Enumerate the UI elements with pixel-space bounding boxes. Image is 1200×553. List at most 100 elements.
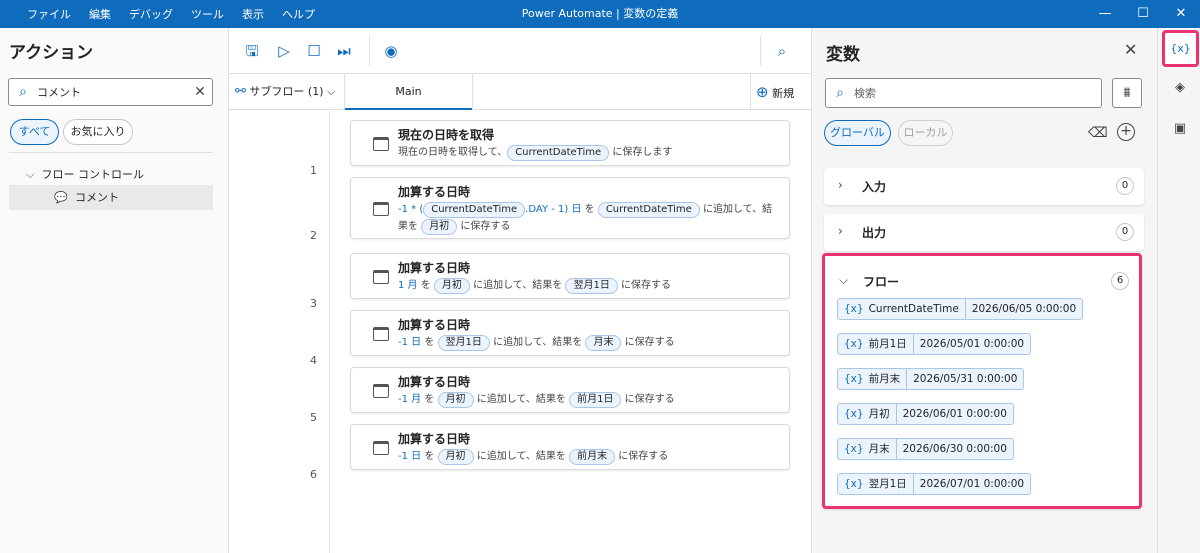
menu-debug[interactable]: デバッグ [120, 6, 182, 22]
chevron-right-icon: › [838, 178, 843, 192]
description-text: に保存する [621, 394, 675, 405]
add-variable-icon[interactable]: + [1117, 123, 1135, 141]
description-text: を [417, 280, 434, 291]
line-number: 2 [310, 229, 317, 242]
action-title: 加算する日時 [398, 432, 471, 446]
variable-chip: 月初 [437, 392, 474, 408]
maximize-button[interactable]: ☐ [1124, 0, 1162, 28]
comment-icon: 💬 [54, 191, 68, 204]
action-title: 加算する日時 [398, 375, 471, 389]
count-badge: 0 [1116, 223, 1134, 241]
flow-variable[interactable]: {x} 翌月1日 2026/07/01 0:00:00 [837, 473, 1032, 495]
minimize-button[interactable]: — [1086, 0, 1124, 28]
new-subflow-label: 新規 [772, 87, 795, 100]
run-next-icon[interactable]: ⏭ [334, 41, 354, 61]
menu-file[interactable]: ファイル [18, 6, 80, 22]
scope-global-button[interactable]: グローバル [824, 120, 891, 146]
calendar-icon [373, 137, 389, 151]
menu-help[interactable]: ヘルプ [273, 6, 324, 22]
designer-toolbar: 🖫 ▷ ☐ ⏭ ◉ ⌕ [229, 28, 811, 74]
action-description: -1 月 を 月初 に追加して、結果を 前月1日 に保存する [398, 391, 778, 408]
flow-variable[interactable]: {x} 月末 2026/06/30 0:00:00 [837, 438, 1014, 460]
menu-view[interactable]: 表示 [233, 6, 273, 22]
subflows-dropdown[interactable]: ⚯ サブフロー (1) ⌵ [235, 74, 335, 110]
action-step[interactable]: 加算する日時 1 月 を 月初 に追加して、結果を 翌月1日 に保存する [350, 253, 790, 299]
flow-variable[interactable]: {x} 月初 2026/06/01 0:00:00 [837, 403, 1014, 425]
variable-chip: CurrentDateTime [597, 202, 700, 218]
filter-icon[interactable]: ⩩ [1112, 78, 1142, 108]
filter-favorites-button[interactable]: お気に入り [63, 119, 133, 145]
actions-search-value[interactable]: コメント [37, 84, 188, 100]
scope-local-button[interactable]: ローカル [898, 120, 953, 146]
parameter-text: -1 日 [398, 337, 422, 348]
tree-item-comment[interactable]: 💬 コメント [9, 185, 213, 210]
variable-value: 2026/06/05 0:00:00 [971, 303, 1077, 315]
tree-group-flow-control[interactable]: ⌵ フロー コントロール [26, 166, 144, 182]
record-icon[interactable]: ◉ [381, 41, 401, 61]
parameter-text: -1 * ( [398, 204, 424, 215]
run-icon[interactable]: ▷ [274, 41, 294, 61]
action-step[interactable]: 加算する日時 -1 * (CurrentDateTime .DAY - 1) 日 を… [350, 177, 790, 239]
stop-icon[interactable]: ☐ [304, 41, 324, 61]
subflows-label: サブフロー (1) [249, 85, 324, 98]
layers-icon[interactable]: ◈ [1170, 80, 1190, 100]
close-window-button[interactable]: ✕ [1162, 0, 1200, 28]
chevron-down-icon[interactable]: ⌵ [839, 273, 848, 288]
description-text: に追加して、結果を [473, 451, 570, 462]
actions-panel: アクション ⌕ コメント ✕ すべて お気に入り ⌵ フロー コントロール 💬 … [0, 28, 229, 553]
section-input[interactable]: › 入力 0 [824, 168, 1144, 205]
variable-value: 2026/06/01 0:00:00 [902, 408, 1007, 420]
new-subflow-button[interactable]: ⊕ 新規 [756, 74, 794, 110]
clear-search-icon[interactable]: ✕ [188, 84, 212, 100]
action-description: -1 日 を 月初 に追加して、結果を 前月末 に保存する [398, 448, 778, 465]
side-strip: {x} ◈ ▣ [1157, 28, 1200, 553]
action-step[interactable]: 現在の日時を取得 現在の日時を取得して、 CurrentDateTime に保存しま… [350, 120, 790, 166]
search-icon[interactable]: ⌕ [772, 41, 792, 61]
action-description: -1 * (CurrentDateTime .DAY - 1) 日 を Curre… [398, 201, 778, 235]
flow-variable[interactable]: {x} CurrentDateTime 2026/06/05 0:00:00 [837, 298, 1084, 320]
variable-name-cell: {x} 翌月1日 [838, 474, 914, 494]
variables-search-input[interactable]: ⌕ 検索 [825, 78, 1102, 108]
subflow-tabs: ⚯ サブフロー (1) ⌵ Main ⊕ 新規 [229, 74, 811, 110]
description-text: を [421, 337, 438, 348]
variable-chip: CurrentDateTime [507, 145, 610, 161]
section-flow-label[interactable]: フロー [863, 273, 899, 290]
menu-tools[interactable]: ツール [182, 6, 233, 22]
variables-pane-icon[interactable]: {x} [1162, 30, 1199, 67]
action-step[interactable]: 加算する日時 -1 月 を 月初 に追加して、結果を 前月1日 に保存する [350, 367, 790, 413]
action-step[interactable]: 加算する日時 -1 日 を 月初 に追加して、結果を 前月末 に保存する [350, 424, 790, 470]
section-flow: ⌵ フロー 6 {x} CurrentDateTime 2026/06/05 0:0… [822, 253, 1142, 509]
save-icon[interactable]: 🖫 [242, 41, 262, 61]
variable-chip: 月末 [585, 335, 622, 351]
search-icon: ⌕ [19, 84, 27, 100]
divider [760, 36, 761, 66]
section-output[interactable]: › 出力 0 [824, 214, 1144, 251]
line-number: 6 [310, 468, 317, 481]
eraser-icon[interactable]: ⌫ [1088, 125, 1108, 141]
close-icon[interactable]: ✕ [1124, 40, 1137, 59]
variable-name: 前月1日 [868, 338, 907, 350]
calendar-icon [373, 270, 389, 284]
section-input-label: 入力 [862, 180, 887, 194]
tab-main[interactable]: Main [345, 74, 472, 110]
divider [369, 36, 370, 66]
flow-variable[interactable]: {x} 前月末 2026/05/31 0:00:00 [837, 368, 1025, 390]
actions-search-input[interactable]: ⌕ コメント ✕ [8, 78, 213, 106]
menu-bar: ファイル 編集 デバッグ ツール 表示 ヘルプ [0, 6, 324, 22]
filter-all-button[interactable]: すべて [10, 119, 59, 145]
parameter-text: .DAY - 1) 日 [525, 204, 582, 215]
action-description: 1 月 を 月初 に追加して、結果を 翌月1日 に保存する [398, 277, 778, 294]
search-icon: ⌕ [836, 85, 844, 101]
description-text: を [421, 451, 438, 462]
variable-chip: 前月1日 [569, 392, 622, 408]
chevron-down-icon: ⌵ [326, 85, 336, 98]
images-icon[interactable]: ▣ [1170, 121, 1190, 141]
description-text: に追加して、結果を [473, 394, 570, 405]
variables-search-placeholder[interactable]: 検索 [854, 85, 1101, 101]
action-step[interactable]: 加算する日時 -1 日 を 翌月1日 に追加して、結果を 月末 に保存する [350, 310, 790, 356]
variable-icon: {x} [844, 373, 864, 385]
flow-variable[interactable]: {x} 前月1日 2026/05/01 0:00:00 [837, 333, 1032, 355]
menu-edit[interactable]: 編集 [80, 6, 120, 22]
variable-value: 2026/05/01 0:00:00 [919, 338, 1025, 350]
variable-name: 翌月1日 [868, 478, 907, 490]
